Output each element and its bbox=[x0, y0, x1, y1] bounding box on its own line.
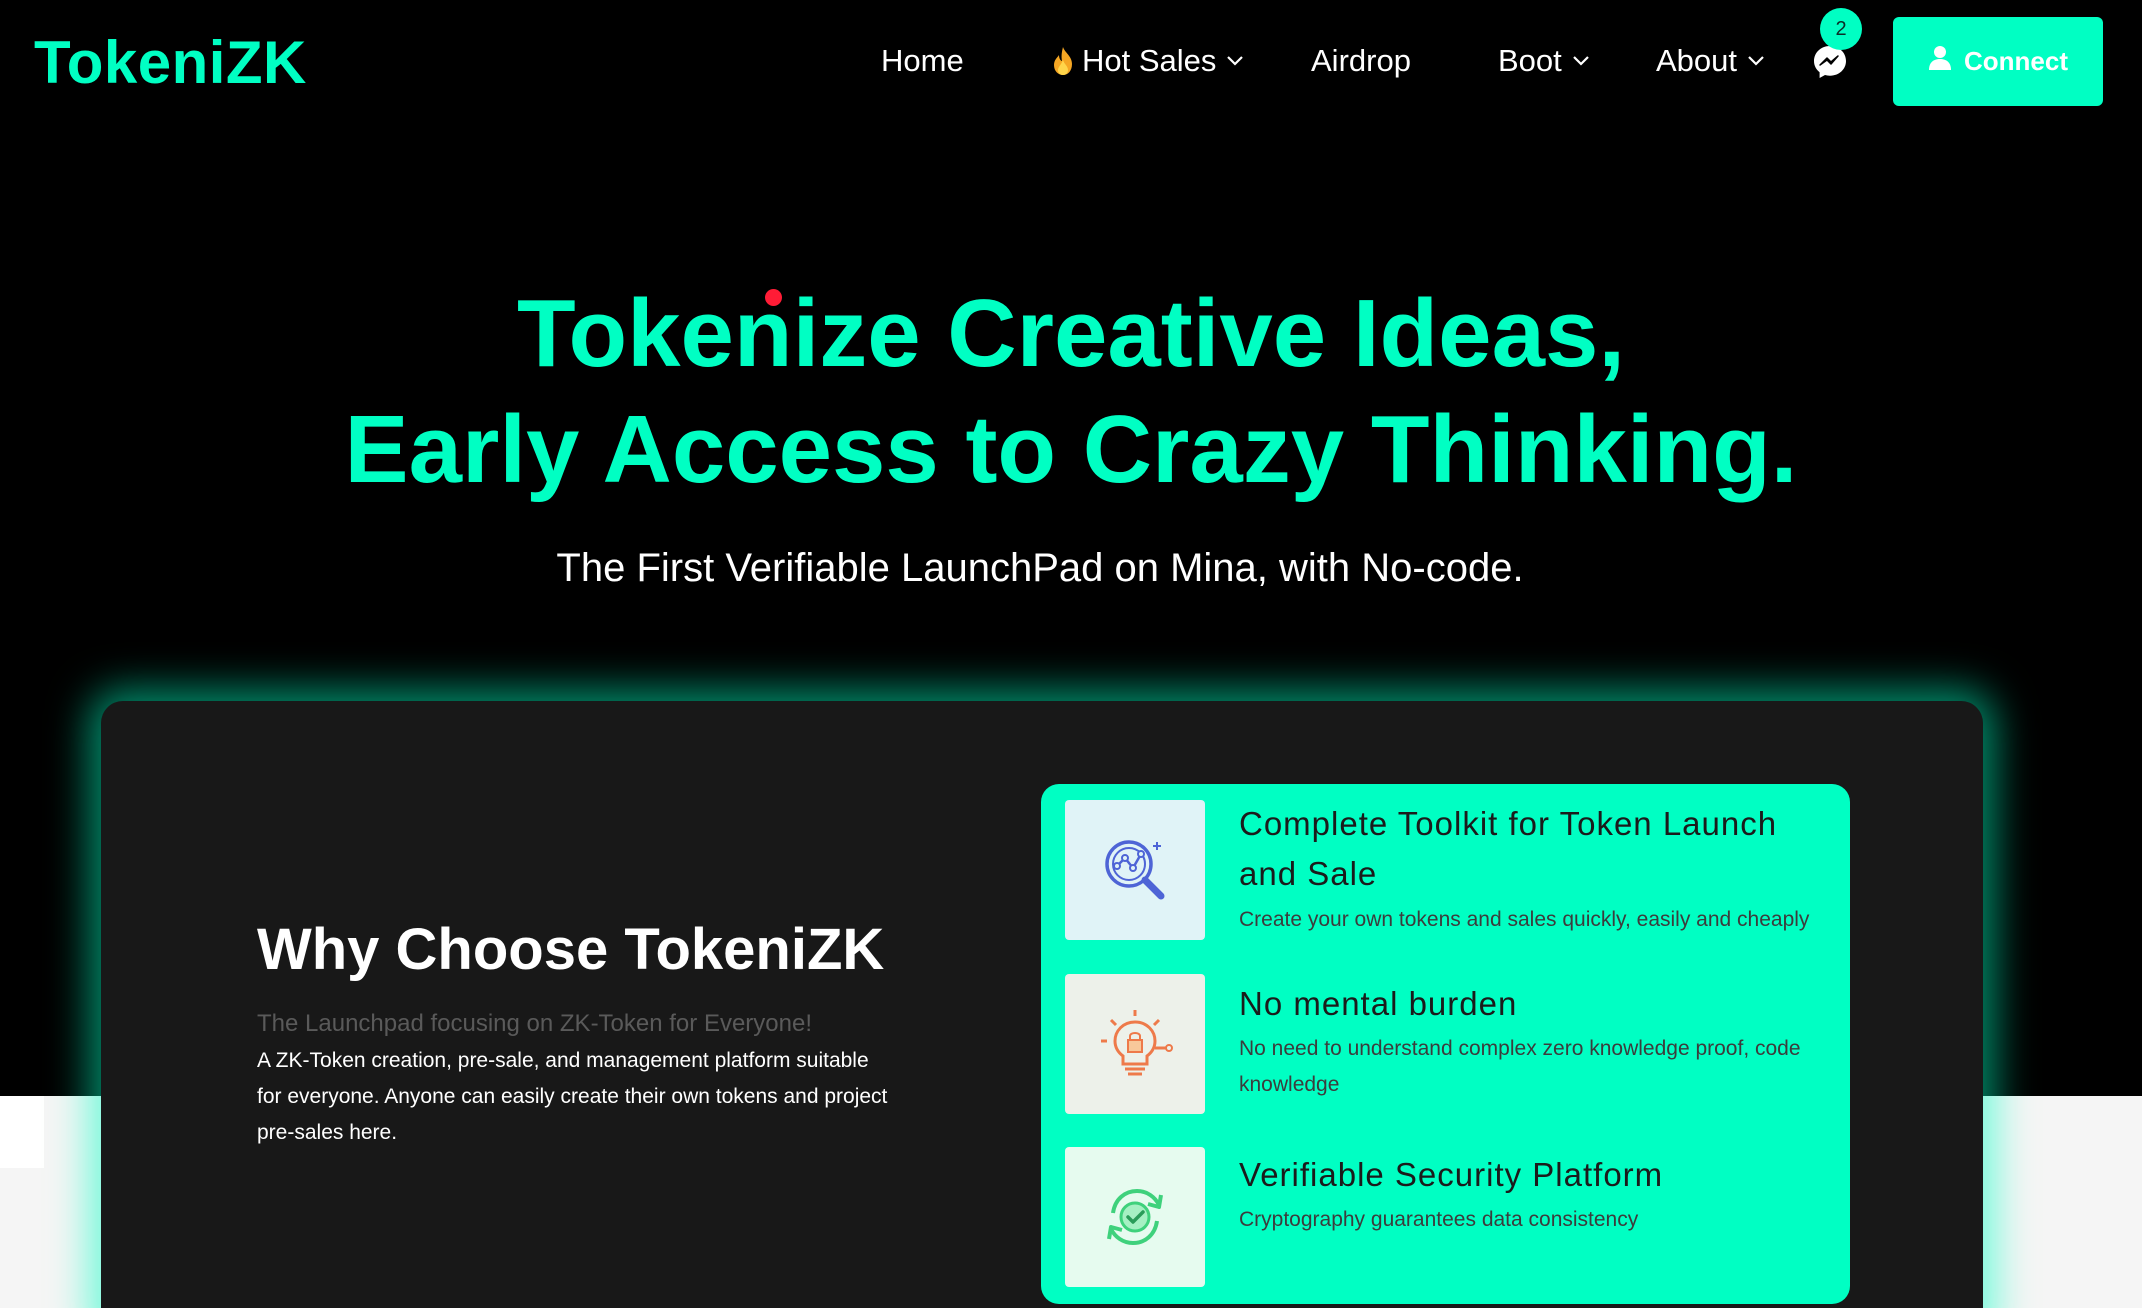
nav-item-label: Boot bbox=[1498, 43, 1562, 78]
connect-button[interactable]: Connect bbox=[1893, 17, 2103, 106]
chevron-down-icon bbox=[1747, 55, 1765, 67]
feature-title: No mental burden bbox=[1239, 985, 1518, 1022]
feature-desc: Create your own tokens and sales quickly… bbox=[1239, 908, 1810, 931]
hero-subtitle: The First Verifiable LaunchPad on Mina, … bbox=[556, 546, 1524, 590]
feature-desc: Cryptography guarantees data consistency bbox=[1239, 1208, 1639, 1231]
nav-item-about[interactable]: About bbox=[1656, 36, 1765, 86]
why-body: A ZK-Token creation, pre-sale, and manag… bbox=[257, 1049, 888, 1144]
why-kicker: The Launchpad focusing on ZK-Token for E… bbox=[257, 1010, 812, 1037]
lightbulb-lock-icon bbox=[1065, 974, 1205, 1114]
nav-item-label: Hot Sales bbox=[1082, 43, 1217, 78]
flame-icon bbox=[1050, 46, 1076, 76]
chevron-down-icon bbox=[1572, 55, 1590, 67]
notification-badge: 2 bbox=[1820, 8, 1862, 50]
hero-title: Tokenize Creative Ideas, Early Access to… bbox=[0, 276, 2142, 508]
hero-title-line: Early Access to Crazy Thinking. bbox=[344, 396, 1798, 503]
feature-desc: No need to understand complex zero knowl… bbox=[1239, 1037, 1801, 1096]
hero-title-line: Tokenize Creative Ideas, bbox=[516, 280, 1626, 387]
nav-item-label: Home bbox=[881, 43, 964, 78]
page: TokeniZK Home Hot Sales Airdrop Boot Abo… bbox=[0, 0, 2142, 1308]
connect-label: Connect bbox=[1964, 46, 2068, 76]
nav-item-airdrop[interactable]: Airdrop bbox=[1311, 36, 1411, 86]
feature-title: Complete Toolkit for Token Launch and Sa… bbox=[1239, 805, 1778, 892]
nav-item-label: Airdrop bbox=[1311, 43, 1411, 78]
decorative-dot bbox=[765, 289, 782, 306]
analytics-magnifier-icon bbox=[1065, 800, 1205, 940]
nav-item-label: About bbox=[1656, 43, 1738, 78]
feature-title: Verifiable Security Platform bbox=[1239, 1156, 1664, 1193]
why-title: Why Choose TokeniZK bbox=[257, 917, 885, 982]
features-panel: Complete Toolkit for Token Launch and Sa… bbox=[1041, 784, 1850, 1304]
chevron-down-icon bbox=[1226, 55, 1244, 67]
refresh-check-icon bbox=[1065, 1147, 1205, 1287]
nav-item-boot[interactable]: Boot bbox=[1498, 36, 1590, 86]
bottom-band-edge bbox=[0, 1096, 44, 1168]
nav-item-hot-sales[interactable]: Hot Sales bbox=[1050, 36, 1244, 86]
user-icon bbox=[1928, 45, 1952, 78]
nav-item-home[interactable]: Home bbox=[881, 36, 964, 86]
